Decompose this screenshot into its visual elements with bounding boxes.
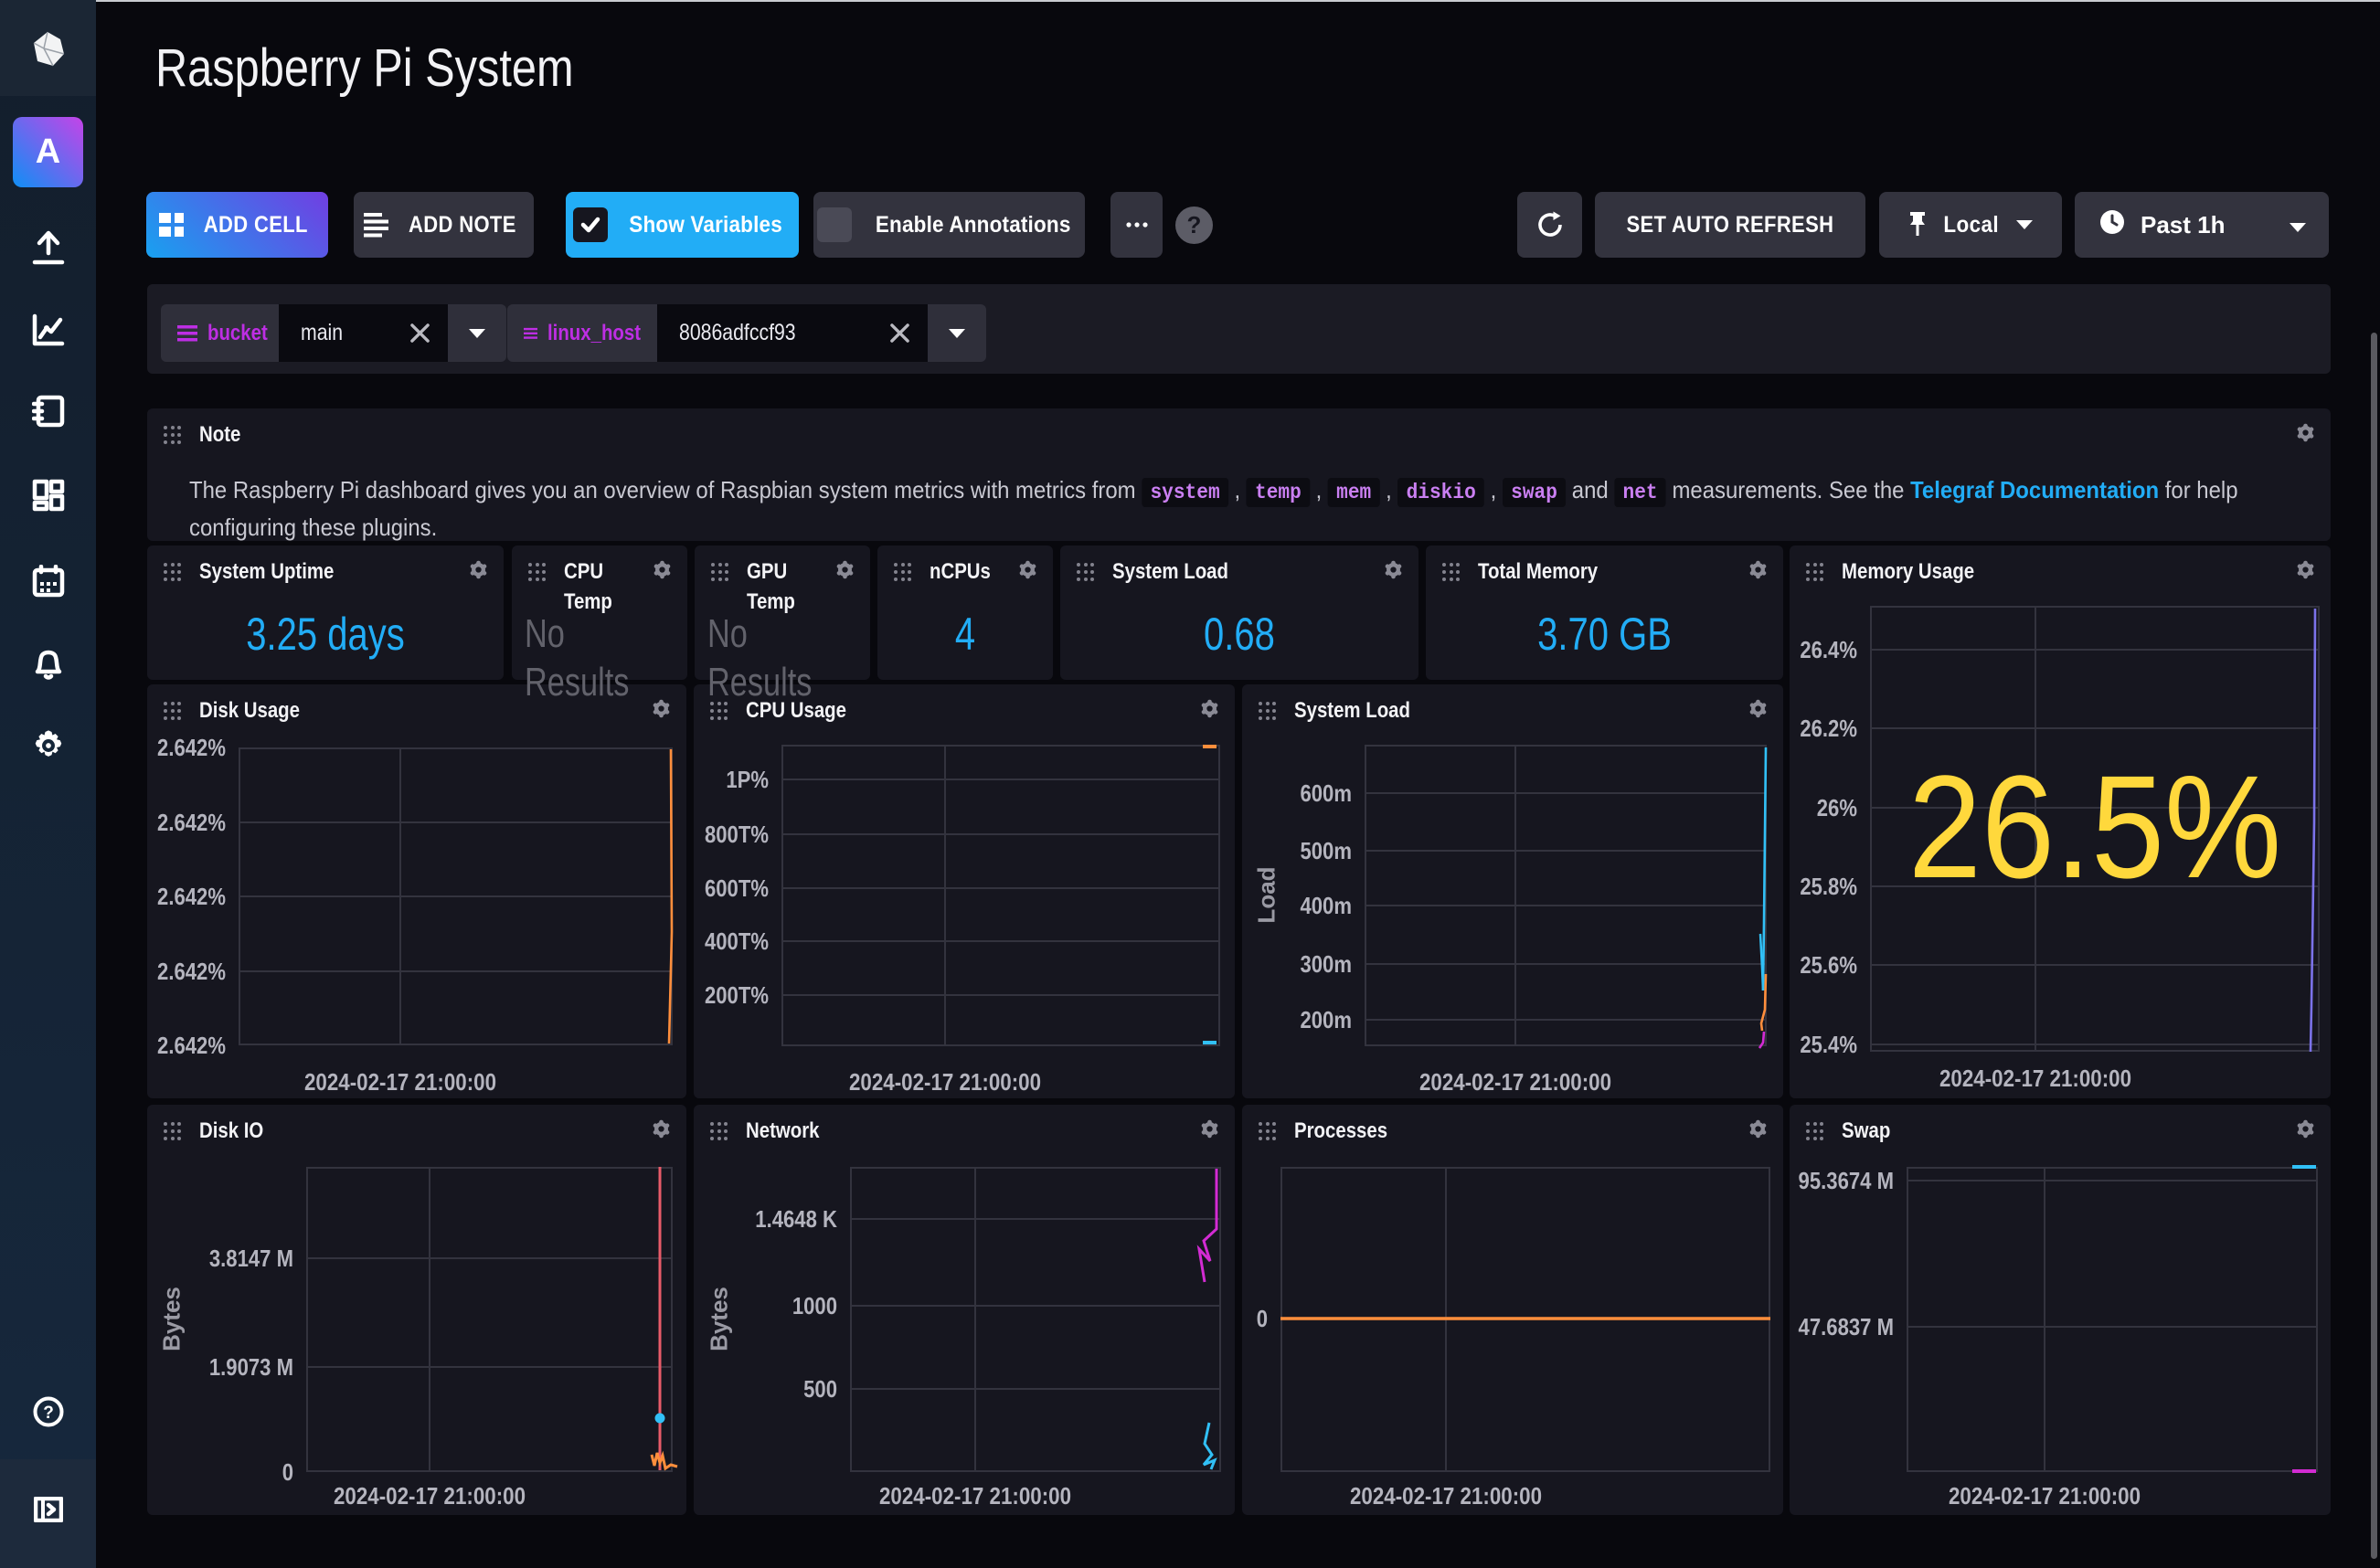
svg-text:?: ?: [43, 1404, 54, 1423]
